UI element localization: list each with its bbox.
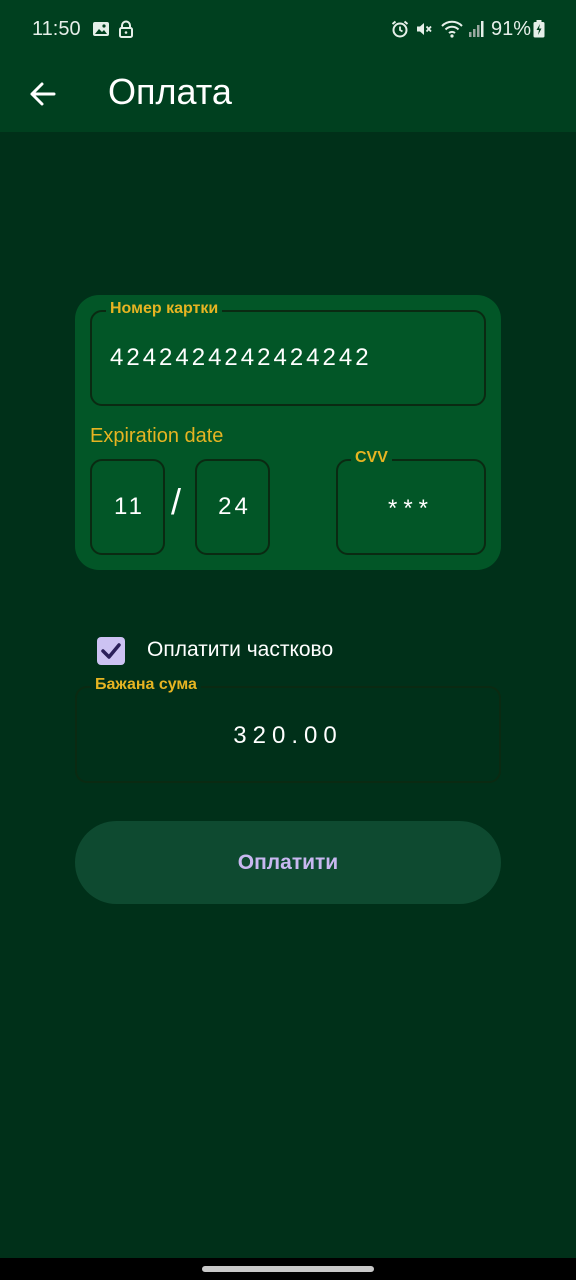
mute-icon [417,23,432,35]
card-form: Номер картки 4242424242424242 Expiration… [75,295,501,570]
card-number-field[interactable]: Номер картки 4242424242424242 [90,300,486,406]
expiration-year-value: 24 [218,493,251,520]
expiration-year-field[interactable]: 24 [195,459,270,555]
wifi-icon [441,20,463,38]
alarm-icon [391,20,409,38]
expiration-date-label: Expiration date [90,425,224,447]
cvv-field[interactable]: CVV *** [336,449,486,555]
lock-icon [119,20,133,38]
page-title: Оплата [108,71,232,112]
amount-field[interactable]: Бажана сума 320.00 [75,676,501,783]
partial-payment-label[interactable]: Оплатити частково [147,638,333,662]
card-number-value: 4242424242424242 [110,344,372,371]
image-icon [93,22,109,36]
cvv-value: *** [387,495,435,522]
expiration-month-field[interactable]: 11 [90,459,165,555]
amount-value: 320.00 [233,722,343,749]
expiration-separator: / [171,481,182,522]
checkmark-icon [101,643,121,659]
status-bar: 11:50 91% [0,0,576,60]
status-time: 11:50 [32,18,81,40]
navigation-bar [0,1258,576,1280]
amount-label: Бажана сума [91,676,201,694]
app-bar: Оплата [0,60,576,132]
cvv-label: CVV [351,449,392,467]
back-arrow-icon[interactable] [20,70,68,118]
expiration-month-value: 11 [114,493,145,520]
signal-icon [469,21,484,37]
card-number-label: Номер картки [106,300,223,318]
battery-icon [533,20,545,38]
home-gesture-handle[interactable] [202,1266,374,1272]
pay-button[interactable]: Оплатити [75,821,501,904]
battery-percent: 91% [491,18,532,40]
partial-payment-checkbox[interactable] [97,637,125,665]
